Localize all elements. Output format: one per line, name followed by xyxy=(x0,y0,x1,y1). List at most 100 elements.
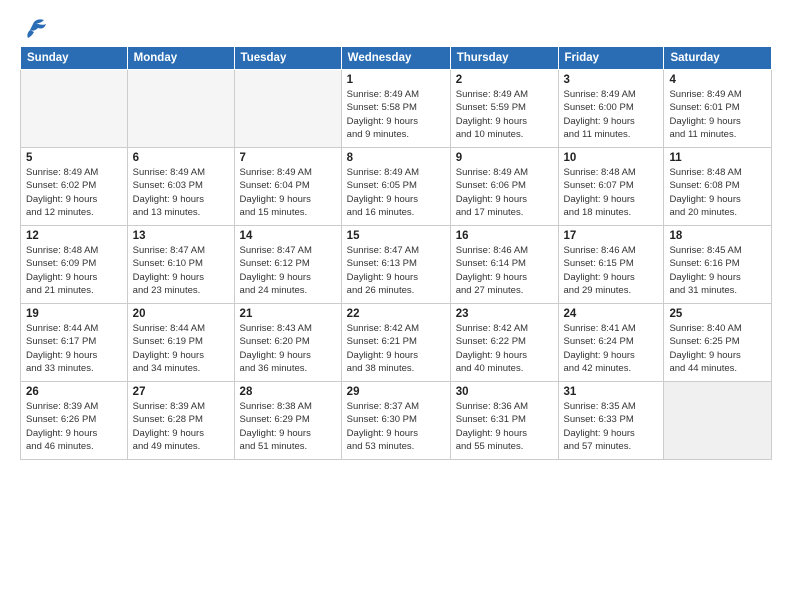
calendar-cell: 6 Sunrise: 8:49 AM Sunset: 6:03 PM Daylig… xyxy=(127,148,234,226)
calendar-cell: 17 Sunrise: 8:46 AM Sunset: 6:15 PM Dayli… xyxy=(558,226,664,304)
calendar-cell: 1 Sunrise: 8:49 AM Sunset: 5:58 PM Daylig… xyxy=(341,70,450,148)
day-number: 10 xyxy=(564,152,659,164)
day-info: Sunrise: 8:37 AM Sunset: 6:30 PM Dayligh… xyxy=(347,400,445,453)
calendar-week-1: 1 Sunrise: 8:49 AM Sunset: 5:58 PM Daylig… xyxy=(21,70,772,148)
calendar-cell: 26 Sunrise: 8:39 AM Sunset: 6:26 PM Dayli… xyxy=(21,382,128,460)
calendar-week-2: 5Sunrise: 8:49 AM Sunset: 6:02 PM Daylig… xyxy=(21,148,772,226)
day-info: Sunrise: 8:48 AM Sunset: 6:07 PM Dayligh… xyxy=(564,166,659,219)
calendar-cell: 16 Sunrise: 8:46 AM Sunset: 6:14 PM Dayli… xyxy=(450,226,558,304)
calendar-cell: 14 Sunrise: 8:47 AM Sunset: 6:12 PM Dayli… xyxy=(234,226,341,304)
day-number: 9 xyxy=(456,152,553,164)
calendar-cell: 20Sunrise: 8:44 AM Sunset: 6:19 PM Dayli… xyxy=(127,304,234,382)
day-info: Sunrise: 8:44 AM Sunset: 6:19 PM Dayligh… xyxy=(133,322,229,375)
day-info: Sunrise: 8:49 AM Sunset: 6:05 PM Dayligh… xyxy=(347,166,445,219)
day-number: 8 xyxy=(347,152,445,164)
day-info: Sunrise: 8:46 AM Sunset: 6:15 PM Dayligh… xyxy=(564,244,659,297)
calendar-cell: 28 Sunrise: 8:38 AM Sunset: 6:29 PM Dayli… xyxy=(234,382,341,460)
day-info: Sunrise: 8:49 AM Sunset: 5:59 PM Dayligh… xyxy=(456,88,553,141)
day-number: 22 xyxy=(347,308,445,320)
day-number: 11 xyxy=(669,152,766,164)
calendar-header-sunday: Sunday xyxy=(21,47,128,70)
calendar-cell: 21 Sunrise: 8:43 AM Sunset: 6:20 PM Dayli… xyxy=(234,304,341,382)
day-info: Sunrise: 8:35 AM Sunset: 6:33 PM Dayligh… xyxy=(564,400,659,453)
calendar-header-friday: Friday xyxy=(558,47,664,70)
day-info: Sunrise: 8:49 AM Sunset: 5:58 PM Dayligh… xyxy=(347,88,445,141)
day-info: Sunrise: 8:44 AM Sunset: 6:17 PM Dayligh… xyxy=(26,322,122,375)
calendar-cell: 3 Sunrise: 8:49 AM Sunset: 6:00 PM Daylig… xyxy=(558,70,664,148)
day-info: Sunrise: 8:39 AM Sunset: 6:26 PM Dayligh… xyxy=(26,400,122,453)
day-number: 25 xyxy=(669,308,766,320)
day-number: 29 xyxy=(347,386,445,398)
day-info: Sunrise: 8:49 AM Sunset: 6:04 PM Dayligh… xyxy=(240,166,336,219)
logo xyxy=(20,18,50,40)
calendar-cell: 24 Sunrise: 8:41 AM Sunset: 6:24 PM Dayli… xyxy=(558,304,664,382)
calendar-week-5: 26 Sunrise: 8:39 AM Sunset: 6:26 PM Dayli… xyxy=(21,382,772,460)
day-info: Sunrise: 8:46 AM Sunset: 6:14 PM Dayligh… xyxy=(456,244,553,297)
day-number: 12 xyxy=(26,230,122,242)
day-info: Sunrise: 8:49 AM Sunset: 6:02 PM Dayligh… xyxy=(26,166,122,219)
calendar-cell: 13 Sunrise: 8:47 AM Sunset: 6:10 PM Dayli… xyxy=(127,226,234,304)
calendar-cell: 5Sunrise: 8:49 AM Sunset: 6:02 PM Daylig… xyxy=(21,148,128,226)
calendar-cell: 18Sunrise: 8:45 AM Sunset: 6:16 PM Dayli… xyxy=(664,226,772,304)
calendar-header-saturday: Saturday xyxy=(664,47,772,70)
day-number: 13 xyxy=(133,230,229,242)
calendar-cell xyxy=(21,70,128,148)
day-number: 3 xyxy=(564,74,659,86)
day-info: Sunrise: 8:49 AM Sunset: 6:00 PM Dayligh… xyxy=(564,88,659,141)
calendar-cell: 4Sunrise: 8:49 AM Sunset: 6:01 PM Daylig… xyxy=(664,70,772,148)
calendar-cell: 19Sunrise: 8:44 AM Sunset: 6:17 PM Dayli… xyxy=(21,304,128,382)
day-info: Sunrise: 8:39 AM Sunset: 6:28 PM Dayligh… xyxy=(133,400,229,453)
day-info: Sunrise: 8:43 AM Sunset: 6:20 PM Dayligh… xyxy=(240,322,336,375)
day-number: 27 xyxy=(133,386,229,398)
day-number: 1 xyxy=(347,74,445,86)
day-number: 14 xyxy=(240,230,336,242)
day-number: 24 xyxy=(564,308,659,320)
calendar-cell: 30 Sunrise: 8:36 AM Sunset: 6:31 PM Dayli… xyxy=(450,382,558,460)
day-info: Sunrise: 8:48 AM Sunset: 6:08 PM Dayligh… xyxy=(669,166,766,219)
day-number: 21 xyxy=(240,308,336,320)
day-info: Sunrise: 8:47 AM Sunset: 6:13 PM Dayligh… xyxy=(347,244,445,297)
calendar-cell: 7 Sunrise: 8:49 AM Sunset: 6:04 PM Daylig… xyxy=(234,148,341,226)
day-number: 28 xyxy=(240,386,336,398)
day-info: Sunrise: 8:41 AM Sunset: 6:24 PM Dayligh… xyxy=(564,322,659,375)
day-info: Sunrise: 8:48 AM Sunset: 6:09 PM Dayligh… xyxy=(26,244,122,297)
header xyxy=(20,18,772,40)
day-info: Sunrise: 8:49 AM Sunset: 6:06 PM Dayligh… xyxy=(456,166,553,219)
day-number: 17 xyxy=(564,230,659,242)
day-info: Sunrise: 8:47 AM Sunset: 6:10 PM Dayligh… xyxy=(133,244,229,297)
day-number: 30 xyxy=(456,386,553,398)
day-number: 31 xyxy=(564,386,659,398)
calendar-cell xyxy=(127,70,234,148)
day-number: 23 xyxy=(456,308,553,320)
calendar-cell xyxy=(234,70,341,148)
calendar-cell: 8 Sunrise: 8:49 AM Sunset: 6:05 PM Daylig… xyxy=(341,148,450,226)
calendar-cell: 25Sunrise: 8:40 AM Sunset: 6:25 PM Dayli… xyxy=(664,304,772,382)
day-info: Sunrise: 8:49 AM Sunset: 6:03 PM Dayligh… xyxy=(133,166,229,219)
calendar-cell: 9 Sunrise: 8:49 AM Sunset: 6:06 PM Daylig… xyxy=(450,148,558,226)
day-number: 26 xyxy=(26,386,122,398)
calendar-header-thursday: Thursday xyxy=(450,47,558,70)
calendar-cell: 23 Sunrise: 8:42 AM Sunset: 6:22 PM Dayli… xyxy=(450,304,558,382)
calendar-cell: 22Sunrise: 8:42 AM Sunset: 6:21 PM Dayli… xyxy=(341,304,450,382)
day-info: Sunrise: 8:49 AM Sunset: 6:01 PM Dayligh… xyxy=(669,88,766,141)
calendar-cell: 27 Sunrise: 8:39 AM Sunset: 6:28 PM Dayli… xyxy=(127,382,234,460)
calendar-header-tuesday: Tuesday xyxy=(234,47,341,70)
calendar-cell: 15 Sunrise: 8:47 AM Sunset: 6:13 PM Dayli… xyxy=(341,226,450,304)
day-number: 2 xyxy=(456,74,553,86)
day-number: 15 xyxy=(347,230,445,242)
day-number: 6 xyxy=(133,152,229,164)
calendar-header-row: SundayMondayTuesdayWednesdayThursdayFrid… xyxy=(21,47,772,70)
day-info: Sunrise: 8:38 AM Sunset: 6:29 PM Dayligh… xyxy=(240,400,336,453)
day-number: 7 xyxy=(240,152,336,164)
calendar-cell: 29 Sunrise: 8:37 AM Sunset: 6:30 PM Dayli… xyxy=(341,382,450,460)
calendar-cell: 31 Sunrise: 8:35 AM Sunset: 6:33 PM Dayli… xyxy=(558,382,664,460)
calendar-cell: 12 Sunrise: 8:48 AM Sunset: 6:09 PM Dayli… xyxy=(21,226,128,304)
day-info: Sunrise: 8:36 AM Sunset: 6:31 PM Dayligh… xyxy=(456,400,553,453)
day-info: Sunrise: 8:42 AM Sunset: 6:22 PM Dayligh… xyxy=(456,322,553,375)
calendar-cell xyxy=(664,382,772,460)
calendar-week-3: 12 Sunrise: 8:48 AM Sunset: 6:09 PM Dayli… xyxy=(21,226,772,304)
calendar-table: SundayMondayTuesdayWednesdayThursdayFrid… xyxy=(20,46,772,460)
day-info: Sunrise: 8:47 AM Sunset: 6:12 PM Dayligh… xyxy=(240,244,336,297)
calendar-week-4: 19Sunrise: 8:44 AM Sunset: 6:17 PM Dayli… xyxy=(21,304,772,382)
day-number: 16 xyxy=(456,230,553,242)
